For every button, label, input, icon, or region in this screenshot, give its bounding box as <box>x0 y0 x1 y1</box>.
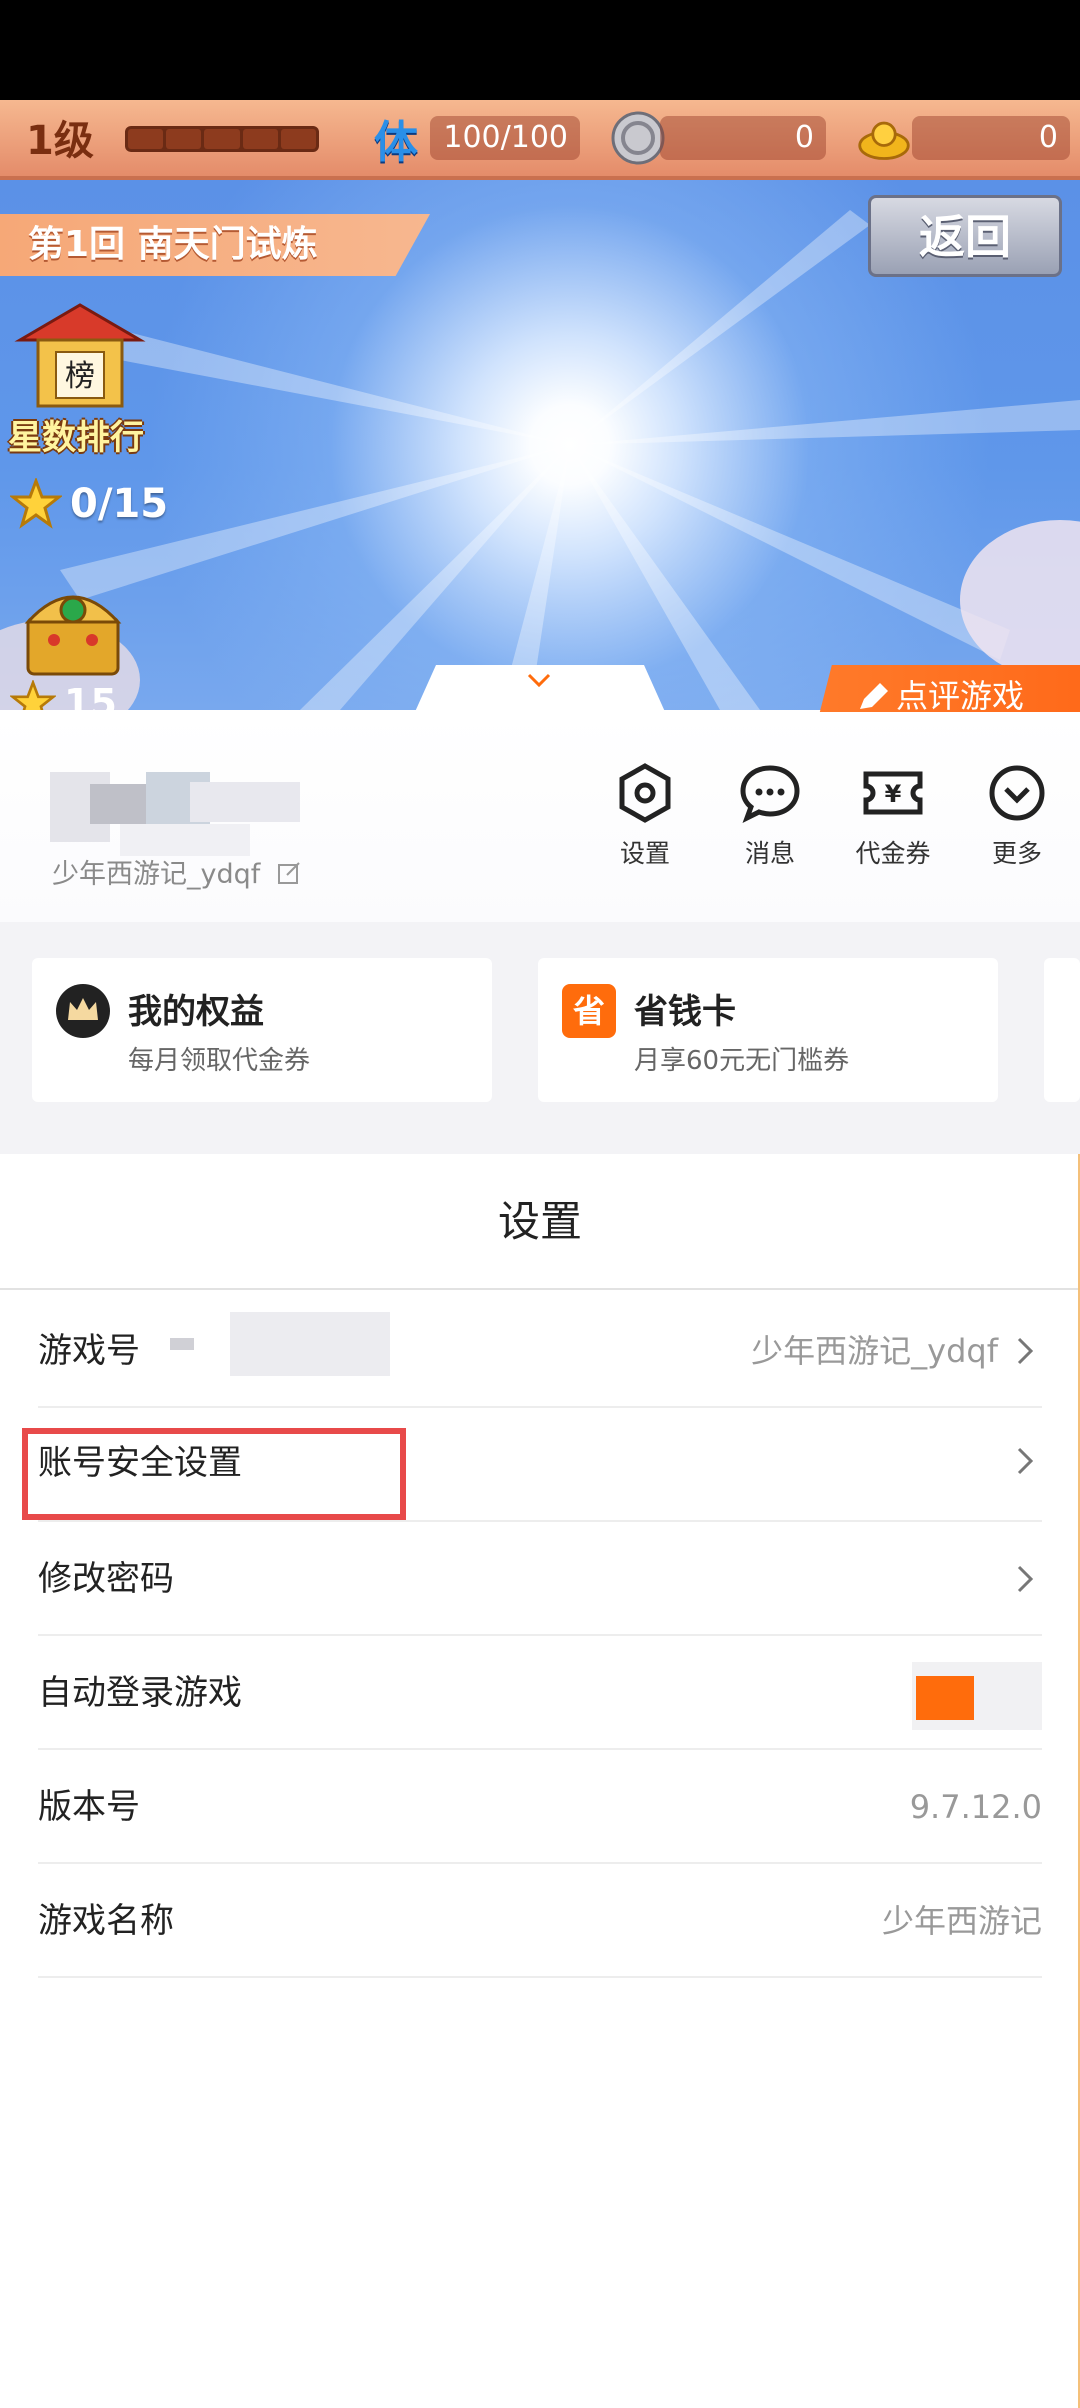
chevron-right-icon <box>1017 1337 1034 1365</box>
status-bar <box>0 0 1080 100</box>
star-count: 0/15 <box>70 481 169 527</box>
settings-action-label: 设置 <box>619 839 670 868</box>
voucher-icon: ¥ <box>863 771 923 815</box>
gold-ingot-icon <box>856 110 912 166</box>
stamina-icon: 体 <box>374 117 418 168</box>
settings-row-auto-login[interactable]: 自动登录游戏 <box>38 1636 1042 1750</box>
nickname-text: 少年西游记_ydqf <box>52 859 261 890</box>
more-action[interactable]: 更多 <box>962 762 1072 870</box>
more-icon <box>989 765 1045 821</box>
voucher-action[interactable]: ¥ 代金券 <box>838 762 948 870</box>
game-id-value: 少年西游记_ydqf <box>751 1332 998 1370</box>
gold-value: 0 <box>912 116 1070 160</box>
pen-icon <box>860 683 888 709</box>
avatar <box>50 732 320 862</box>
divider <box>0 1288 1080 1290</box>
game-id-masked <box>170 1312 390 1376</box>
chevron-right-icon <box>1017 1565 1034 1593</box>
voucher-action-label: 代金券 <box>855 839 931 868</box>
my-benefits-subtitle: 每月领取代金券 <box>128 1046 311 1076</box>
star-icon <box>10 478 62 529</box>
nickname[interactable]: 少年西游记_ydqf <box>52 852 301 891</box>
edit-icon[interactable] <box>277 861 301 885</box>
chapter-title: 第1回 南天门试炼 <box>0 214 430 276</box>
save-card-title: 省钱卡 <box>634 992 736 1032</box>
change-password-label: 修改密码 <box>38 1559 174 1599</box>
star-ranking-icon[interactable]: 榜 <box>10 300 150 410</box>
star-progress: 0/15 <box>10 478 168 530</box>
auto-login-toggle[interactable] <box>912 1662 1042 1730</box>
chevron-down-icon[interactable] <box>526 672 552 688</box>
version-value: 9.7.12.0 <box>909 1788 1042 1826</box>
next-card-peek[interactable] <box>1044 958 1080 1102</box>
sun-rays <box>60 210 1080 710</box>
benefits-section: 我的权益 每月领取代金券 省 省钱卡 月享60元无门槛券 <box>0 922 1080 1154</box>
silver-coin-icon <box>610 110 666 166</box>
stamina-value: 100/100 <box>430 116 580 160</box>
chest-star-count: 15 <box>64 681 117 710</box>
settings-row-version: 版本号 9.7.12.0 <box>38 1750 1042 1864</box>
star-ranking-label: 星数排行 <box>8 418 144 458</box>
message-action-label: 消息 <box>744 839 795 868</box>
settings-row-game-id[interactable]: 游戏号 少年西游记_ydqf <box>38 1294 1042 1408</box>
settings-action[interactable]: 设置 <box>590 762 700 870</box>
chest-star-requirement: 15 <box>10 680 117 710</box>
settings-icon <box>619 763 671 823</box>
save-card-card[interactable]: 省 省钱卡 月享60元无门槛券 <box>538 958 998 1102</box>
svg-text:¥: ¥ <box>885 780 902 808</box>
treasure-chest-icon[interactable] <box>14 570 132 680</box>
level-label: 1级 <box>26 118 94 164</box>
version-label: 版本号 <box>38 1787 140 1827</box>
message-icon <box>740 765 800 824</box>
more-action-label: 更多 <box>991 839 1042 868</box>
toggle-knob <box>916 1676 974 1720</box>
star-icon <box>10 680 56 710</box>
svg-text:榜: 榜 <box>65 359 95 394</box>
game-name-label: 游戏名称 <box>38 1901 174 1941</box>
settings-title: 设置 <box>497 1197 582 1246</box>
crown-icon <box>56 984 110 1038</box>
settings-row-change-password[interactable]: 修改密码 <box>38 1522 1042 1636</box>
exp-bar <box>125 126 319 152</box>
game-top-bar: 1级 体 100/100 0 0 <box>0 100 1080 180</box>
auto-login-label: 自动登录游戏 <box>38 1673 242 1713</box>
profile-section: 少年西游记_ydqf 设置 消息 ¥ 代金券 更多 <box>0 712 1080 922</box>
chevron-right-icon <box>1017 1447 1034 1475</box>
back-button[interactable]: 返回 <box>868 195 1062 277</box>
game-name-value: 少年西游记 <box>881 1902 1042 1940</box>
message-action[interactable]: 消息 <box>715 762 825 870</box>
game-scene[interactable]: 1级 体 100/100 0 0 第1回 南天门试炼 返回 榜 星数排行 0/1… <box>0 100 1080 710</box>
my-benefits-card[interactable]: 我的权益 每月领取代金券 <box>32 958 492 1102</box>
game-id-label: 游戏号 <box>38 1331 140 1371</box>
settings-row-game-name: 游戏名称 少年西游记 <box>38 1864 1042 1978</box>
review-game-label: 点评游戏 <box>896 677 1025 715</box>
silver-value: 0 <box>660 116 826 160</box>
my-benefits-title: 我的权益 <box>128 992 264 1032</box>
save-card-subtitle: 月享60元无门槛券 <box>634 1046 850 1076</box>
save-card-icon: 省 <box>562 984 616 1038</box>
highlight-box <box>22 1428 406 1520</box>
